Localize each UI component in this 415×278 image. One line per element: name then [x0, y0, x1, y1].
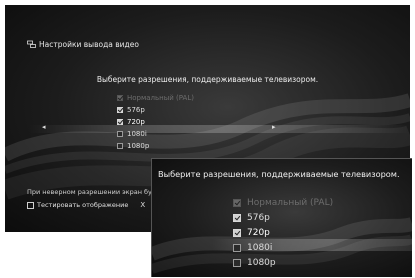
resolution-prompt: Выберите разрешения, поддерживаемые теле… [96, 75, 319, 84]
settings-icon [27, 40, 36, 48]
resolution-label: 720p [127, 118, 145, 126]
resolution-label: 1080p [127, 142, 150, 150]
zoomed-option-576p[interactable]: 576p [233, 210, 333, 225]
test-display-button[interactable]: Тестировать отображение [27, 201, 128, 209]
checkbox-icon [233, 198, 241, 207]
checkbox-icon[interactable] [117, 131, 123, 137]
resolution-label: 1080i [127, 130, 147, 138]
arrow-right-icon: ▸ [272, 123, 276, 131]
arrow-left-icon: ◂ [42, 123, 46, 131]
resolution-option-pal: Нормальный (PAL) [117, 92, 194, 104]
cross-button-icon: Х [140, 201, 146, 209]
screen-title: Настройки вывода видео [39, 40, 139, 49]
checkbox-icon[interactable] [233, 243, 241, 252]
resolution-label: 1080i [247, 242, 273, 253]
test-display-label: Тестировать отображение [37, 201, 129, 209]
resolution-note: При неверном разрешении экран бу [27, 188, 152, 196]
checkbox-icon[interactable] [117, 143, 123, 149]
screen-title-bar: Настройки вывода видео [27, 40, 139, 49]
resolution-option-1080i[interactable]: 1080i [117, 128, 194, 140]
confirm-button[interactable]: Х [140, 201, 145, 209]
zoomed-resolution-list: Нормальный (PAL) 576p 720p 1080i 1080p [233, 195, 333, 270]
resolution-label: Нормальный (PAL) [247, 197, 334, 208]
resolution-label: 576p [127, 106, 145, 114]
checkbox-icon [117, 95, 123, 101]
focus-highlight [29, 125, 410, 133]
resolution-option-1080p[interactable]: 1080p [117, 140, 194, 152]
resolution-label: 1080p [247, 257, 276, 268]
checkbox-icon[interactable] [233, 213, 241, 222]
zoomed-option-1080p[interactable]: 1080p [233, 255, 333, 270]
button-guide-bar: Тестировать отображение Х [27, 201, 145, 209]
zoomed-inset: Выберите разрешения, поддерживаемые теле… [151, 158, 412, 277]
zoomed-resolution-prompt: Выберите разрешения, поддерживаемые теле… [158, 169, 400, 179]
resolution-list: Нормальный (PAL) 576p 720p 1080i 1080p [117, 92, 194, 152]
resolution-label: 576p [247, 212, 270, 223]
resolution-option-720p[interactable]: 720p [117, 116, 194, 128]
zoomed-option-1080i[interactable]: 1080i [233, 240, 333, 255]
resolution-label: 720p [247, 227, 270, 238]
resolution-label: Нормальный (PAL) [127, 94, 194, 102]
checkbox-icon[interactable] [233, 228, 241, 237]
checkbox-icon[interactable] [117, 107, 123, 113]
zoomed-option-720p[interactable]: 720p [233, 225, 333, 240]
resolution-option-576p[interactable]: 576p [117, 104, 194, 116]
square-button-icon [27, 201, 34, 209]
checkbox-icon[interactable] [233, 258, 241, 267]
zoomed-option-pal: Нормальный (PAL) [233, 195, 333, 210]
checkbox-icon[interactable] [117, 119, 123, 125]
